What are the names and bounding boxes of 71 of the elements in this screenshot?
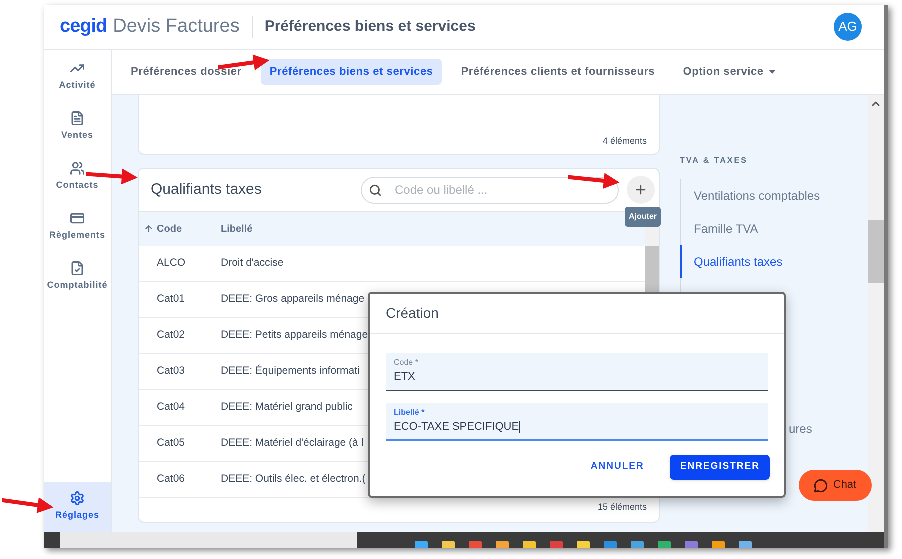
- scrollbar[interactable]: [868, 95, 884, 532]
- chat-button[interactable]: Chat: [799, 470, 872, 501]
- text-field[interactable]: Code * ETX: [386, 353, 768, 391]
- chat-bubble-icon: [814, 478, 828, 492]
- tab[interactable]: Option service: [674, 59, 785, 85]
- section-heading: TVA & TAXES: [680, 155, 749, 167]
- column-header[interactable]: Libellé: [221, 222, 253, 236]
- sidebar-item[interactable]: Activité: [44, 52, 111, 102]
- taskbar-icon[interactable]: [631, 541, 644, 548]
- scrollbar[interactable]: [60, 532, 357, 548]
- taskbar-icon[interactable]: [415, 541, 428, 548]
- taskbar-icon[interactable]: [712, 541, 725, 548]
- item-count: 15 éléments: [598, 501, 647, 514]
- table-cell-text: Cat04: [156, 400, 186, 415]
- taskbar-icon[interactable]: [577, 541, 590, 548]
- document-icon: [70, 111, 85, 126]
- search-icon: [369, 184, 382, 196]
- cancel-button[interactable]: ANNULER: [580, 455, 654, 480]
- sidebar-item[interactable]: Règlements: [44, 202, 111, 252]
- save-button[interactable]: ENREGISTRER: [670, 455, 770, 480]
- page-title: Préférences biens et services: [264, 16, 476, 37]
- tab[interactable]: Préférences dossier: [122, 59, 251, 85]
- table-cell-text: Cat03: [156, 364, 186, 379]
- table-cell-text: ALCO: [156, 256, 187, 271]
- scrollbar-thumb[interactable]: [868, 220, 884, 283]
- nav-link[interactable]: Famille TVA: [680, 212, 868, 245]
- sort-arrow-icon: [144, 224, 154, 234]
- card-icon: [70, 211, 85, 226]
- card-title: Qualifiants taxes: [151, 180, 262, 200]
- search-field[interactable]: Code ou libellé ...: [361, 176, 619, 204]
- sidebar-item[interactable]: Comptabilité: [44, 252, 111, 302]
- taskbar-icon[interactable]: [469, 541, 482, 548]
- people-icon: [70, 161, 85, 176]
- sidebar-item[interactable]: Contacts: [44, 152, 111, 202]
- nav-link[interactable]: ures: [789, 420, 812, 438]
- taskbar-icon[interactable]: [550, 541, 563, 548]
- sidebar-item[interactable]: Réglages: [44, 482, 111, 532]
- product-name: Devis Factures: [113, 14, 240, 39]
- table-cell-text: DEEE: Gros appareils ménage: [221, 292, 365, 307]
- sidebar-item[interactable]: Ventes: [44, 102, 111, 152]
- item-count: 4 éléments: [602, 134, 647, 148]
- table-cell-text: DEEE: Équipements informati: [221, 364, 360, 379]
- dialog-title: Création: [386, 304, 439, 323]
- taskbar-icon[interactable]: [442, 541, 455, 548]
- table-cell-text: Cat06: [156, 472, 186, 487]
- table-cell-text: Cat02: [156, 328, 186, 343]
- user-avatar[interactable]: AG: [834, 13, 862, 41]
- table-cell-text: DEEE: Matériel grand public: [221, 400, 353, 415]
- table-cell-text: DEEE: Outils élec. et électron.(: [221, 472, 366, 487]
- table-cell-text: Cat05: [156, 436, 186, 451]
- taskbar-icon[interactable]: [523, 541, 536, 548]
- text-field[interactable]: Libellé * ECO-TAXE SPECIFIQUE: [386, 403, 768, 441]
- taskbar-icon[interactable]: [658, 541, 671, 548]
- settings-icon: [70, 491, 85, 506]
- plus-icon: [634, 183, 648, 197]
- tab[interactable]: Préférences clients et fournisseurs: [452, 59, 664, 85]
- add-button[interactable]: [627, 176, 655, 204]
- taskbar-icon[interactable]: [685, 541, 698, 548]
- nav-link[interactable]: Ventilations comptables: [680, 179, 868, 212]
- tooltip: Ajouter: [625, 207, 661, 227]
- taskbar-icon[interactable]: [604, 541, 617, 548]
- table-cell-text: Cat01: [156, 292, 186, 307]
- table-cell-text: DEEE: Matériel d'éclairage (à l: [221, 436, 364, 451]
- taskbar-icon[interactable]: [496, 541, 509, 548]
- table-cell-text: Droit d'accise: [221, 256, 284, 271]
- tab[interactable]: Préférences biens et services: [260, 59, 442, 85]
- taskbar-icon[interactable]: [739, 541, 752, 548]
- document-check-icon: [70, 261, 85, 276]
- table-cell-text: DEEE: Petits appareils ménage: [221, 328, 368, 343]
- brand-logo: cegid: [60, 14, 108, 39]
- column-header[interactable]: Code: [139, 222, 221, 236]
